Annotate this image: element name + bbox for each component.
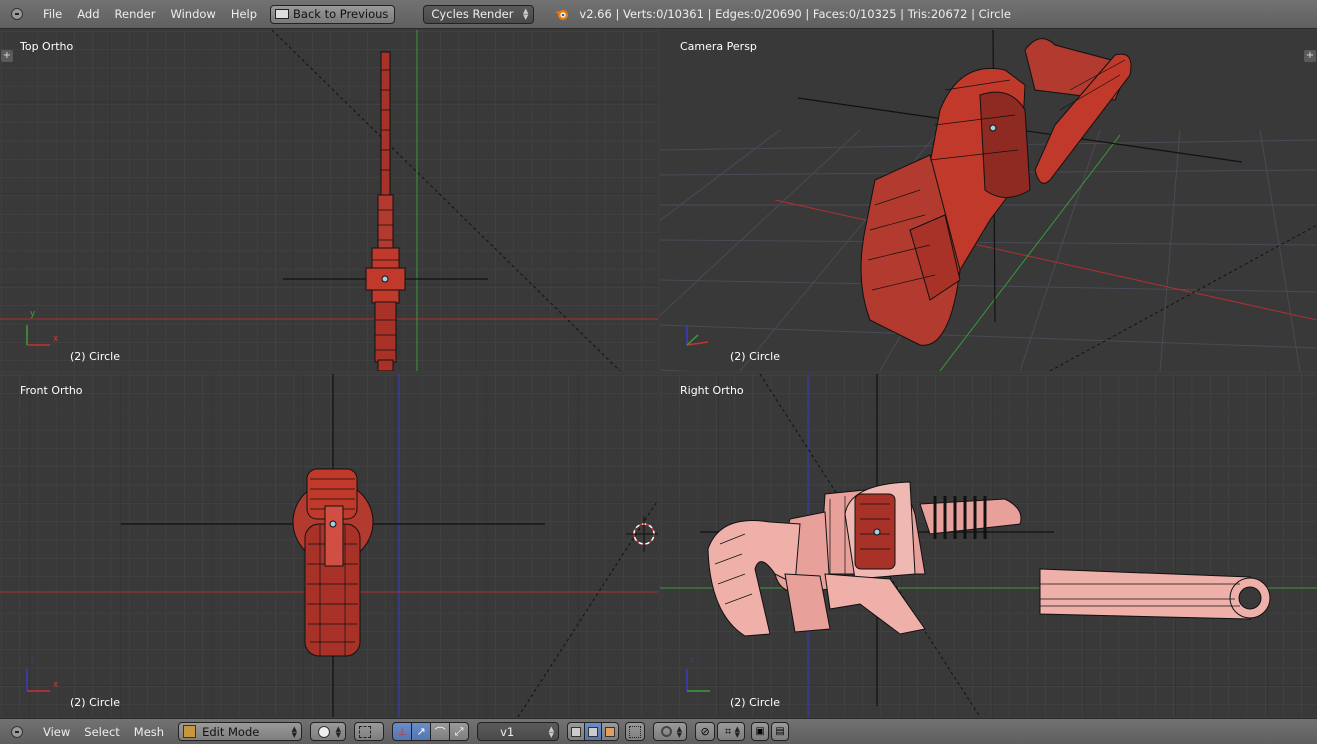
transform-orientation-value: v1	[500, 724, 515, 739]
scale-icon: ⤢	[454, 724, 464, 738]
right-ortho-canvas	[660, 374, 1317, 717]
edit-mode-icon	[183, 725, 197, 738]
select-mode-group	[567, 722, 620, 741]
proportional-icon	[660, 726, 672, 737]
axis-y-label: y	[30, 309, 36, 319]
camera-persp-canvas	[660, 30, 1317, 371]
viewport-object-name: (2) Circle	[70, 350, 120, 363]
proportional-edit-select[interactable]: ▲ ▼	[653, 722, 688, 741]
translate-button[interactable]: ↗	[411, 722, 432, 741]
manipulator-icon: ⊥	[397, 725, 407, 738]
occlude-icon	[629, 725, 642, 738]
viewport-label: Top Ortho	[20, 40, 74, 53]
render-engine-select[interactable]: Cycles Render ▲ ▼	[423, 4, 535, 24]
translate-icon: ↗	[416, 725, 426, 738]
axis-z-label: z	[30, 655, 35, 665]
render-animation-button[interactable]: ▤	[771, 722, 790, 741]
back-button-label: Back to Previous	[293, 7, 389, 21]
interaction-mode-value: Edit Mode	[202, 724, 260, 739]
back-to-previous-button[interactable]: Back to Previous	[270, 4, 396, 24]
collapse-icon[interactable]	[11, 725, 23, 738]
properties-toggle-icon[interactable]: +	[1304, 50, 1316, 62]
render-engine-value: Cycles Render	[431, 7, 514, 21]
viewport-label: Right Ortho	[680, 384, 744, 397]
vertex-select-button[interactable]	[567, 722, 586, 741]
vertex-select-icon	[571, 726, 582, 737]
viewport-object-name: (2) Circle	[70, 696, 120, 709]
viewport-object-name: (2) Circle	[730, 696, 780, 709]
axis-x-label: x	[53, 334, 59, 344]
snap-toggle[interactable]: ⊘	[695, 722, 716, 741]
edge-select-button[interactable]	[584, 722, 603, 741]
rotate-icon: ⌒	[434, 725, 446, 739]
transform-orientation-select[interactable]: v1 ▲ ▼	[477, 722, 560, 741]
back-icon	[275, 9, 290, 19]
rotate-button[interactable]: ⌒	[430, 722, 451, 741]
edge-select-icon	[588, 726, 599, 737]
front-ortho-canvas	[0, 374, 658, 717]
shading-icon	[318, 725, 331, 738]
menu-select[interactable]: Select	[84, 725, 119, 739]
render-image-button[interactable]: ▣	[751, 722, 770, 741]
3d-view-header: View Select Mesh Edit Mode ▲ ▼ ▲ ▼ ⊥ ↗ ⌒ ⤢…	[0, 718, 1317, 744]
menu-render[interactable]: Render	[115, 7, 156, 21]
menu-mesh[interactable]: Mesh	[134, 725, 164, 739]
updown-arrow-icon: ▲ ▼	[291, 725, 298, 739]
menu-help[interactable]: Help	[231, 7, 257, 21]
axis-x-label: x	[53, 680, 59, 690]
face-select-icon	[605, 726, 616, 737]
render-icon: ▣	[755, 726, 765, 737]
scale-button[interactable]: ⤢	[449, 722, 470, 741]
axis-z-label: z	[690, 655, 695, 665]
manipulator-toggle[interactable]: ⊥	[392, 722, 413, 741]
top-ortho-canvas	[0, 30, 658, 371]
viewport-label: Camera Persp	[680, 40, 757, 53]
viewport-right-ortho[interactable]: Right Ortho z (2) Circle	[660, 374, 1317, 717]
snap-grid-icon: ⌗	[724, 724, 732, 738]
pivot-select[interactable]	[354, 722, 385, 741]
toolshelf-toggle-icon[interactable]: +	[1, 50, 13, 62]
info-header: File Add Render Window Help Back to Prev…	[0, 0, 1317, 29]
scene-stats: v2.66 | Verts:0/10361 | Edges:0/20690 | …	[579, 7, 1011, 21]
occlude-geometry-button[interactable]	[625, 722, 646, 741]
pivot-icon	[359, 725, 372, 738]
menu-view[interactable]: View	[43, 725, 70, 739]
viewport-front-ortho[interactable]: Front Ortho x z (2) Circle	[0, 374, 658, 717]
clapper-icon: ▤	[775, 726, 785, 737]
collapse-icon[interactable]	[11, 8, 23, 20]
face-select-button[interactable]	[601, 722, 620, 741]
menu-file[interactable]: File	[43, 7, 62, 21]
shading-select[interactable]: ▲ ▼	[310, 722, 347, 741]
viewport-label: Front Ortho	[20, 384, 83, 397]
menu-add[interactable]: Add	[77, 7, 99, 21]
interaction-mode-select[interactable]: Edit Mode ▲ ▼	[178, 722, 303, 741]
menu-window[interactable]: Window	[170, 7, 215, 21]
manipulator-group: ⊥ ↗ ⌒ ⤢	[392, 722, 470, 741]
snap-element-select[interactable]: ⌗ ▲ ▼	[717, 722, 746, 741]
blender-logo-icon	[554, 7, 570, 21]
viewport-object-name: (2) Circle	[730, 350, 780, 363]
viewport-top-ortho[interactable]: Top Ortho x y (2) Circle +	[0, 30, 658, 371]
blender-window: File Add Render Window Help Back to Prev…	[0, 0, 1317, 744]
snap-icon: ⊘	[700, 725, 710, 738]
updown-arrow-icon: ▲ ▼	[523, 6, 529, 21]
viewport-camera-persp[interactable]: Camera Persp (2) Circle +	[660, 30, 1317, 371]
